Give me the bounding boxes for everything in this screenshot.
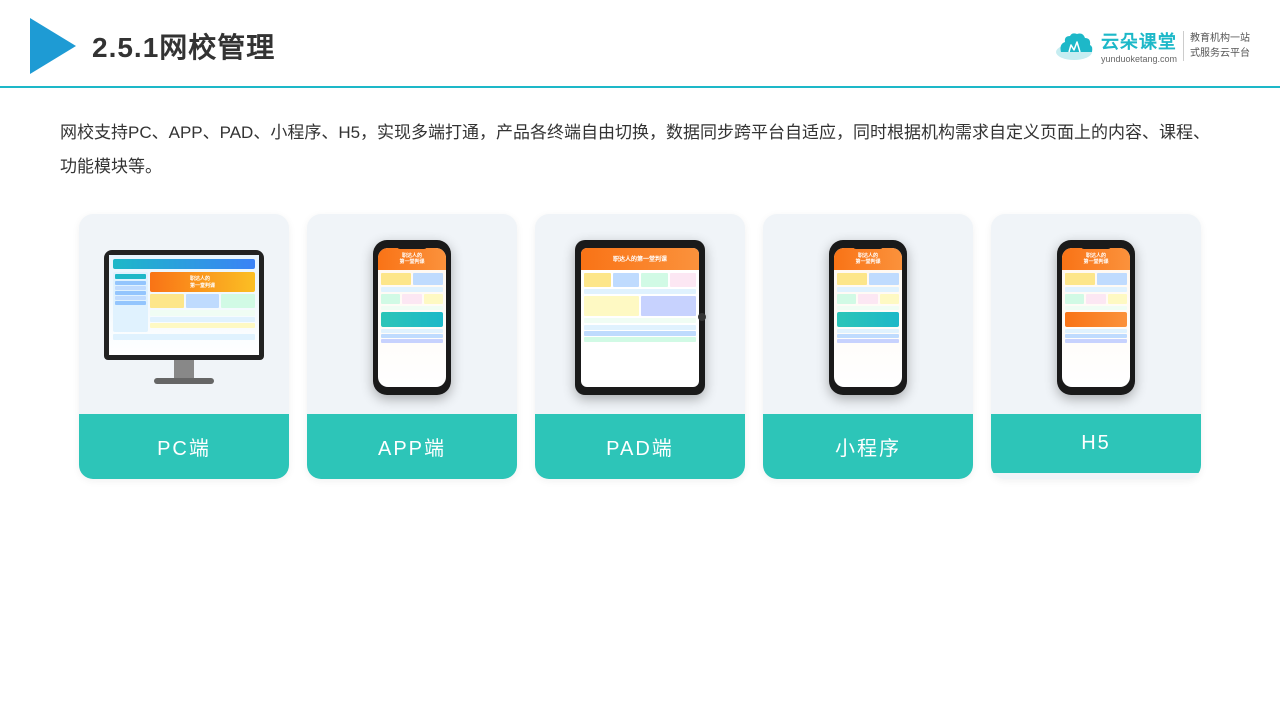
brand-name: 云朵课堂: [1101, 28, 1177, 54]
phone-device-app: 职达人的第一堂判课: [373, 240, 451, 395]
phone-screen: 职达人的第一堂判课: [378, 248, 446, 387]
brand-url: yunduoketang.com: [1101, 54, 1177, 64]
brand-slogan: 教育机构一站 式服务云平台: [1183, 31, 1250, 61]
page-title: 2.5.1网校管理: [92, 26, 275, 66]
brand-logo-area: 云朵课堂 yunduoketang.com 教育机构一站 式服务云平台: [1053, 28, 1250, 64]
cloud-logo-icon: [1053, 30, 1095, 62]
phone-frame-mini: 职达人的第一堂判课: [829, 240, 907, 395]
phone-device-mini: 职达人的第一堂判课: [829, 240, 907, 395]
monitor-screen: 职达人的第一堂判课: [109, 255, 259, 355]
pc-image-area: 职达人的第一堂判课: [79, 214, 289, 414]
h5-label: H5: [991, 414, 1201, 473]
card-pad: 职达人的第一堂判课: [535, 214, 745, 479]
pc-label: PC端: [79, 414, 289, 479]
monitor-frame: 职达人的第一堂判课: [104, 250, 264, 360]
phone-screen-mini: 职达人的第一堂判课: [834, 248, 902, 387]
brand-text-group: 云朵课堂 yunduoketang.com: [1101, 28, 1177, 64]
phone-frame: 职达人的第一堂判课: [373, 240, 451, 395]
brand-logo: 云朵课堂 yunduoketang.com 教育机构一站 式服务云平台: [1053, 28, 1250, 64]
pad-screen: 职达人的第一堂判课: [581, 248, 699, 387]
phone-screen-h5: 职达人的第一堂判课: [1062, 248, 1130, 387]
cards-row: 职达人的第一堂判课: [60, 214, 1220, 479]
header-left: 2.5.1网校管理: [30, 18, 275, 74]
mini-label: 小程序: [763, 414, 973, 479]
main-content: 网校支持PC、APP、PAD、小程序、H5，实现多端打通，产品各终端自由切换，数…: [0, 88, 1280, 499]
mini-image-area: 职达人的第一堂判课: [763, 214, 973, 414]
card-h5: 职达人的第一堂判课: [991, 214, 1201, 479]
card-pc: 职达人的第一堂判课: [79, 214, 289, 479]
card-app: 职达人的第一堂判课: [307, 214, 517, 479]
app-image-area: 职达人的第一堂判课: [307, 214, 517, 414]
app-label: APP端: [307, 414, 517, 479]
triangle-logo: [30, 18, 76, 74]
phone-frame-h5: 职达人的第一堂判课: [1057, 240, 1135, 395]
pc-device: 职达人的第一堂判课: [104, 250, 264, 384]
pad-label: PAD端: [535, 414, 745, 479]
pad-device: 职达人的第一堂判课: [575, 240, 705, 395]
pad-image-area: 职达人的第一堂判课: [535, 214, 745, 414]
phone-device-h5: 职达人的第一堂判课: [1057, 240, 1135, 395]
description-text: 网校支持PC、APP、PAD、小程序、H5，实现多端打通，产品各终端自由切换，数…: [60, 116, 1220, 184]
page-header: 2.5.1网校管理 云朵课堂 yunduoketang.com 教育机构一站 式…: [0, 0, 1280, 88]
pad-frame: 职达人的第一堂判课: [575, 240, 705, 395]
card-miniprogram: 职达人的第一堂判课: [763, 214, 973, 479]
h5-image-area: 职达人的第一堂判课: [991, 214, 1201, 414]
